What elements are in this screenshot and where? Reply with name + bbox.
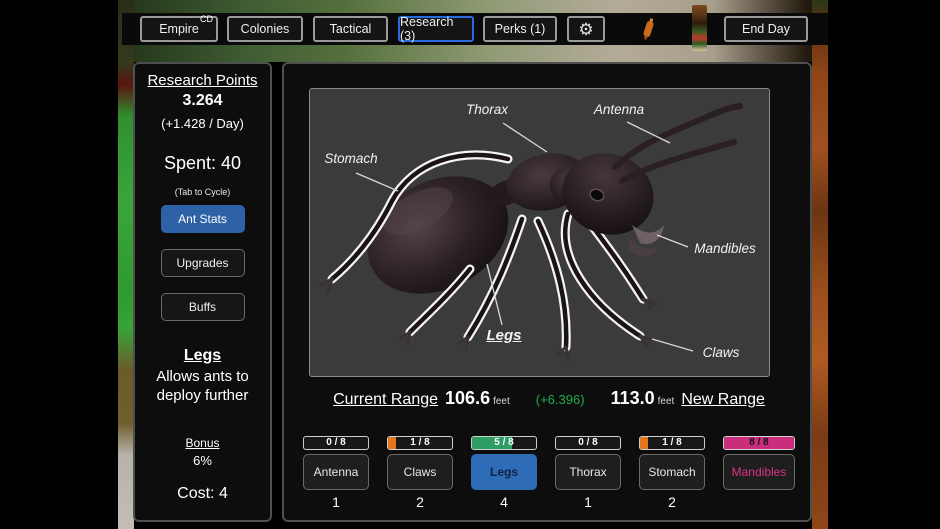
tactical-button[interactable]: Tactical [313,16,388,42]
part-thorax-progressbar: 0 / 8 [555,436,621,450]
end-day-button-label: End Day [742,22,790,36]
diagram-label-legs: Legs [474,327,534,344]
selected-part-description: Allows ants to deploy further [135,368,270,406]
ant-illustration [310,89,771,378]
spent-points: Spent: 40 [135,153,270,174]
part-thorax-button[interactable]: Thorax [555,454,621,490]
part-stomach-cost: 2 [639,494,705,510]
research-points-value: 3.264 [135,92,270,110]
research-button[interactable]: Research (3) [398,16,474,42]
part-claws-progressbar: 1 / 8 [387,436,453,450]
new-range-value: 113.0 [611,388,655,409]
diagram-label-stomach: Stomach [318,151,384,166]
part-mandibles: 8 / 8 Mandibles [723,436,795,510]
part-legs-progress-text: 5 / 8 [472,437,536,449]
part-mandibles-progress-text: 8 / 8 [724,437,794,449]
colonies-button[interactable]: Colonies [227,16,303,42]
diagram-label-mandibles: Mandibles [684,241,766,256]
part-mandibles-label: Mandibles [732,465,787,479]
empire-cooldown-badge: CD [200,15,213,24]
current-range-value: 106.6 [445,388,490,409]
selected-part-name: Legs [135,347,270,365]
tab-upgrades-label: Upgrades [176,256,228,270]
bonus-value: 6% [135,453,270,468]
empire-button[interactable]: Empire CD [140,16,218,42]
part-thorax-label: Thorax [569,465,606,479]
end-day-button[interactable]: End Day [724,16,808,42]
tab-cycle-hint: (Tab to Cycle) [135,187,270,197]
range-summary: Current Range 106.6 feet (+6.396) 113.0 … [284,388,814,409]
part-mandibles-button[interactable]: Mandibles [723,454,795,490]
bonus-label: Bonus [135,436,270,450]
part-claws-cost: 2 [387,494,453,510]
part-legs-label: Legs [490,465,518,479]
part-claws-label: Claws [404,465,437,479]
part-mandibles-cost [723,494,795,510]
tab-buffs-label: Buffs [189,300,216,314]
tab-buffs[interactable]: Buffs [161,293,245,321]
part-mandibles-progressbar: 8 / 8 [723,436,795,450]
perks-button[interactable]: Perks (1) [483,16,557,42]
range-delta: (+6.396) [536,392,585,407]
game-world-right-sliver [812,0,828,529]
part-stomach-progressbar: 1 / 8 [639,436,705,450]
part-legs: 5 / 8 Legs 4 [471,436,537,510]
part-antenna-progress-text: 0 / 8 [304,437,368,449]
part-antenna-button[interactable]: Antenna [303,454,369,490]
game-screen: Empire CD Colonies Tactical Research (3)… [0,0,940,529]
tab-ant-stats[interactable]: Ant Stats [161,205,245,233]
cost-value: Cost: 4 [135,485,270,503]
tab-upgrades[interactable]: Upgrades [161,249,245,277]
ant-research-panel: Thorax Antenna Stomach Mandibles Legs Cl… [282,62,812,522]
tactical-button-label: Tactical [330,22,372,36]
new-range-unit: feet [658,396,675,407]
diagram-label-antenna: Antenna [586,102,652,117]
game-world-left-sliver [118,0,134,529]
part-thorax-cost: 1 [555,494,621,510]
part-stomach-button[interactable]: Stomach [639,454,705,490]
current-range-label: Current Range [333,391,438,409]
body-parts-row: 0 / 8 Antenna 1 1 / 8 Claws 2 [284,436,814,510]
new-range-label: New Range [681,391,765,409]
colonies-button-label: Colonies [241,22,290,36]
settings-button[interactable]: ⚙ [567,16,605,42]
part-claws-progress-text: 1 / 8 [388,437,452,449]
part-antenna-progressbar: 0 / 8 [303,436,369,450]
current-range-unit: feet [493,396,510,407]
part-thorax: 0 / 8 Thorax 1 [555,436,621,510]
part-stomach-label: Stomach [648,465,695,479]
gear-icon: ⚙ [578,21,593,38]
part-legs-button[interactable]: Legs [471,454,537,490]
part-claws-button[interactable]: Claws [387,454,453,490]
part-antenna: 0 / 8 Antenna 1 [303,436,369,510]
food-stack-sprite [692,5,707,51]
part-antenna-cost: 1 [303,494,369,510]
part-stomach-progress-text: 1 / 8 [640,437,704,449]
part-legs-cost: 4 [471,494,537,510]
part-thorax-progress-text: 0 / 8 [556,437,620,449]
perks-button-label: Perks (1) [495,22,546,36]
top-bar: Empire CD Colonies Tactical Research (3)… [122,13,828,45]
empire-button-label: Empire [159,22,199,36]
research-points-panel: Research Points 3.264 (+1.428 / Day) Spe… [133,62,272,522]
part-legs-progressbar: 5 / 8 [471,436,537,450]
research-points-per-day: (+1.428 / Day) [135,116,270,131]
ant-anatomy-diagram: Thorax Antenna Stomach Mandibles Legs Cl… [309,88,770,377]
part-antenna-label: Antenna [314,465,359,479]
diagram-label-thorax: Thorax [456,102,518,117]
research-points-title: Research Points [135,72,270,89]
diagram-label-claws: Claws [692,345,750,360]
tab-ant-stats-label: Ant Stats [178,212,227,226]
part-claws: 1 / 8 Claws 2 [387,436,453,510]
research-button-label: Research (3) [400,15,472,43]
part-stomach: 1 / 8 Stomach 2 [639,436,705,510]
